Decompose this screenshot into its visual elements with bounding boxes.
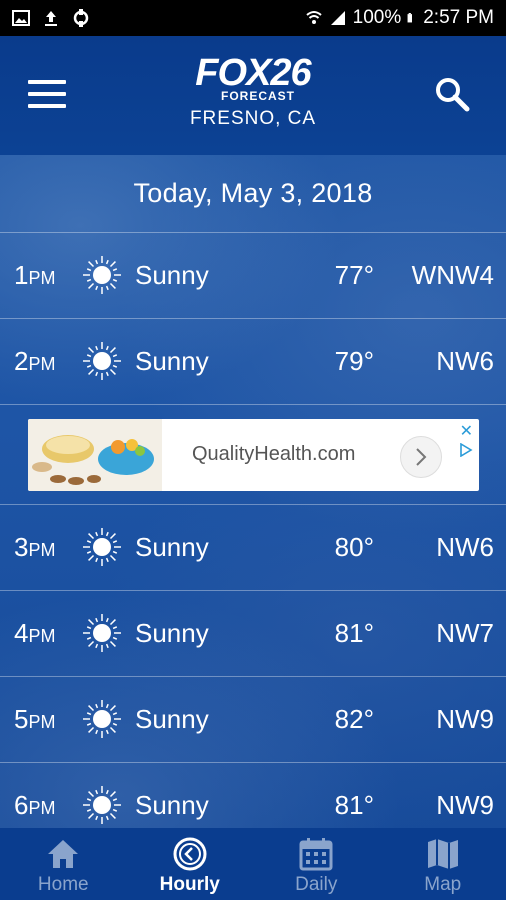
ad-food-image xyxy=(28,419,162,491)
hour-time: 2PM xyxy=(14,346,56,376)
nav-home[interactable]: Home xyxy=(0,828,127,900)
nav-daily[interactable]: Daily xyxy=(253,828,380,900)
hour-temperature: 80° xyxy=(334,532,374,562)
nav-label: Home xyxy=(37,874,89,895)
chevron-right-icon xyxy=(416,448,427,466)
nav-map[interactable]: Map xyxy=(380,828,506,900)
hourly-row[interactable]: 1PM Sunny 77° WNW4 xyxy=(0,233,506,319)
hour-time: 5PM xyxy=(14,704,56,734)
hourly-row[interactable]: 6PM Sunny 81° NW9 xyxy=(0,763,506,828)
location-label[interactable]: FRESNO, CA xyxy=(0,108,506,130)
hour-wind: NW9 xyxy=(436,704,494,734)
hour-condition: Sunny xyxy=(135,532,209,562)
hour-temperature: 77° xyxy=(334,260,374,290)
wifi-icon xyxy=(305,11,322,24)
status-system: 100% 2:57 PM xyxy=(305,7,494,29)
hour-condition: Sunny xyxy=(135,260,209,290)
sun-icon xyxy=(83,528,121,566)
app-header: FOX26 FORECAST FRESNO, CA xyxy=(0,36,506,155)
status-bar: 100% 2:57 PM xyxy=(0,0,506,36)
close-icon[interactable]: ✕ xyxy=(460,421,473,441)
home-icon xyxy=(48,840,79,868)
hourly-row[interactable]: 3PM Sunny 80° NW6 xyxy=(0,505,506,591)
clock-icon xyxy=(173,837,207,871)
hour-wind: NW7 xyxy=(436,618,494,648)
hour-wind: WNW4 xyxy=(411,260,494,290)
hour-condition: Sunny xyxy=(135,704,209,734)
bottom-nav: Home Hourly Daily Map xyxy=(0,828,506,900)
hour-temperature: 82° xyxy=(334,704,374,734)
sun-icon xyxy=(83,786,121,824)
adchoices-icon[interactable] xyxy=(459,443,473,457)
image-icon xyxy=(12,10,30,26)
hourly-row[interactable]: 2PM Sunny 79° NW6 xyxy=(0,319,506,405)
hour-temperature: 81° xyxy=(334,618,374,648)
ad-row: QualityHealth.com ✕ xyxy=(0,405,506,505)
search-icon[interactable] xyxy=(432,74,472,114)
hour-wind: NW6 xyxy=(436,532,494,562)
status-notifications xyxy=(12,9,90,27)
hourly-row[interactable]: 5PM Sunny 82° NW9 xyxy=(0,677,506,763)
ad-banner[interactable]: QualityHealth.com ✕ xyxy=(28,419,479,491)
hour-time: 4PM xyxy=(14,618,56,648)
battery-icon xyxy=(407,13,413,23)
signal-icon xyxy=(330,11,345,25)
ad-text: QualityHealth.com xyxy=(192,443,356,465)
hour-time: 6PM xyxy=(14,790,56,820)
clock-time: 2:57 PM xyxy=(423,7,494,28)
nav-hourly[interactable]: Hourly xyxy=(127,828,254,900)
app-logo: FOX26 FORECAST FRESNO, CA xyxy=(0,52,506,130)
hour-wind: NW9 xyxy=(436,790,494,820)
hour-temperature: 79° xyxy=(334,346,374,376)
hour-condition: Sunny xyxy=(135,790,209,820)
map-icon xyxy=(427,839,458,869)
logo-brand: FOX26 xyxy=(195,52,311,94)
sun-icon xyxy=(83,614,121,652)
nav-label: Hourly xyxy=(159,874,220,895)
hour-condition: Sunny xyxy=(135,346,209,376)
sun-icon xyxy=(83,256,121,294)
hour-condition: Sunny xyxy=(135,618,209,648)
hourly-row[interactable]: 4PM Sunny 81° NW7 xyxy=(0,591,506,677)
hourly-forecast-list[interactable]: Today, May 3, 2018 1PM Sunny 77° WNW4 2P… xyxy=(0,155,506,828)
hour-wind: NW6 xyxy=(436,346,494,376)
calendar-icon xyxy=(299,838,333,871)
ad-open-button[interactable] xyxy=(400,436,442,478)
battery-percent: 100% xyxy=(352,7,402,28)
upload-icon xyxy=(45,11,57,26)
sun-icon xyxy=(83,342,121,380)
hour-time: 3PM xyxy=(14,532,56,562)
sun-icon xyxy=(83,700,121,738)
date-heading: Today, May 3, 2018 xyxy=(0,155,506,233)
nav-label: Daily xyxy=(295,874,338,895)
nav-label: Map xyxy=(424,874,462,895)
hour-temperature: 81° xyxy=(334,790,374,820)
hour-time: 1PM xyxy=(14,260,56,290)
sync-icon xyxy=(73,9,89,27)
